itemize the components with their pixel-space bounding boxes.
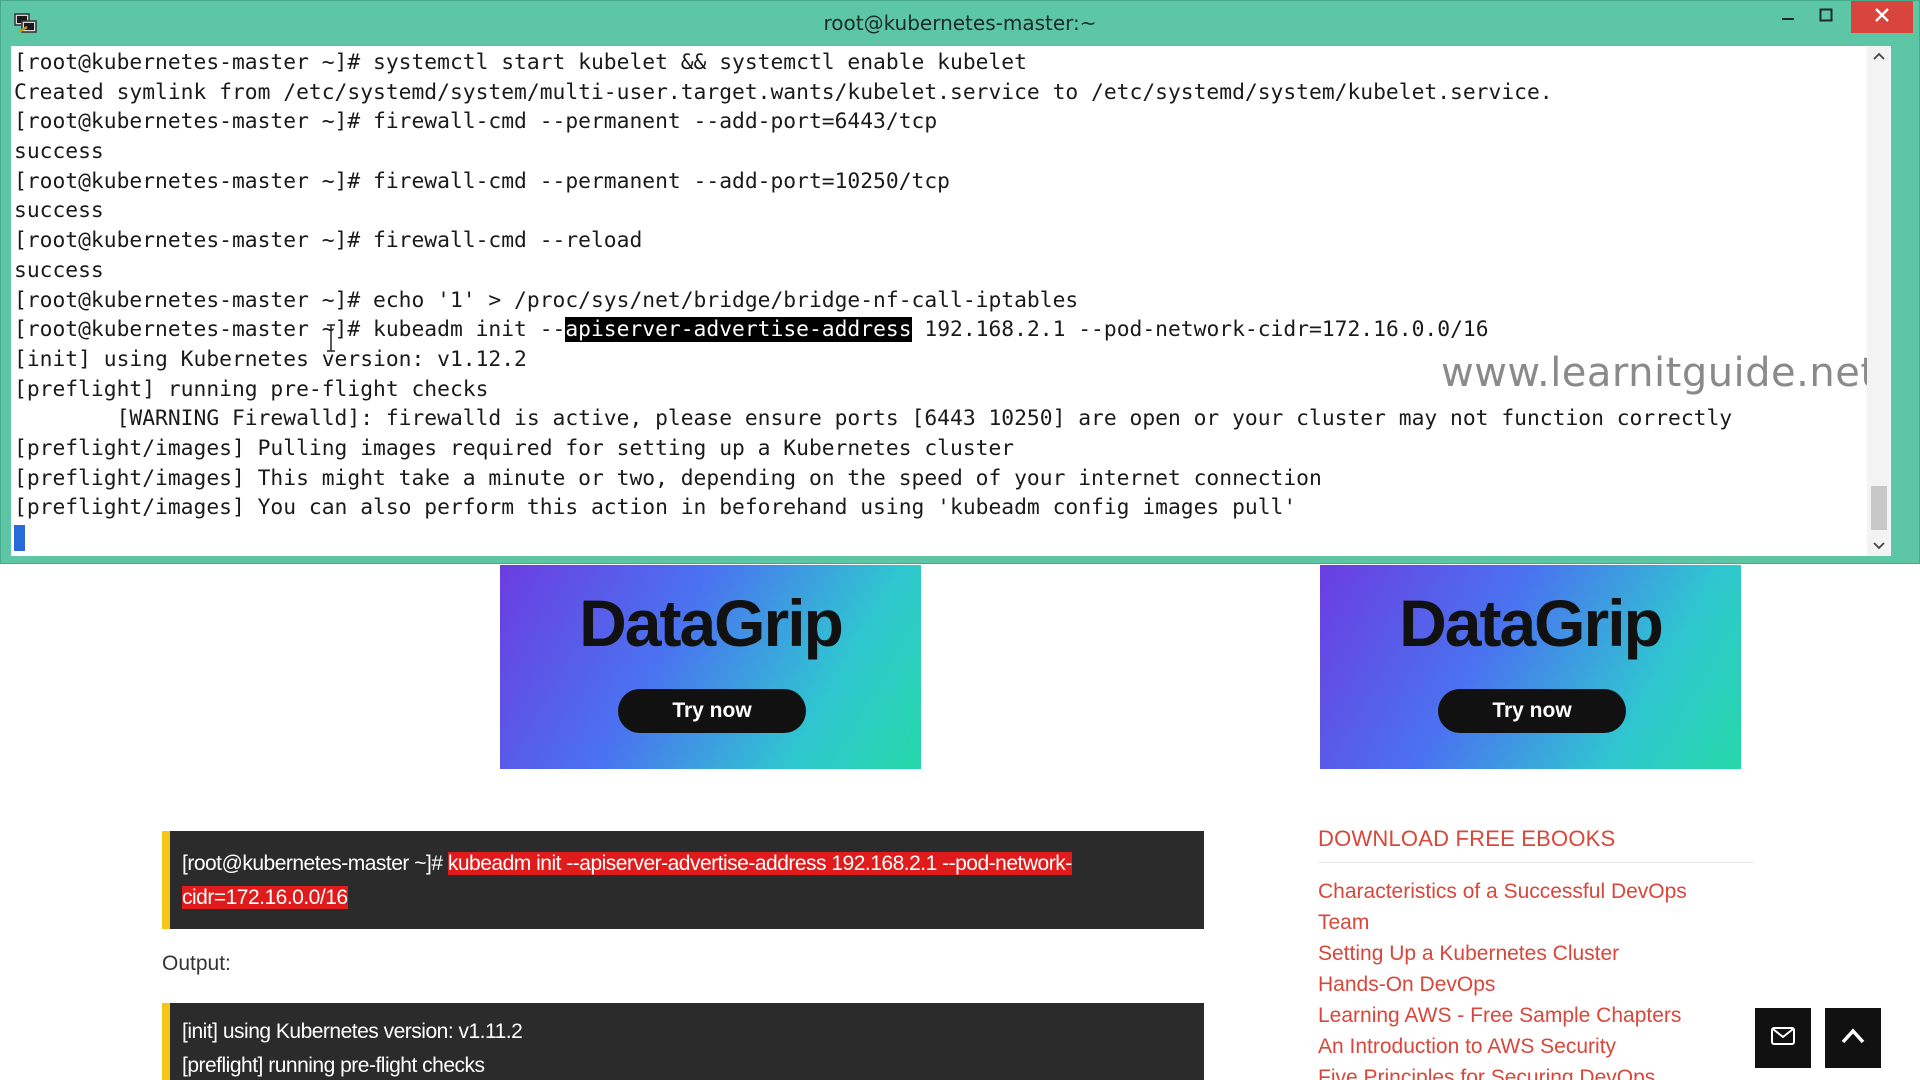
scrollbar-thumb[interactable] [1871,486,1887,530]
terminal-line-kubeadm-init: [root@kubernetes-master ~]# kubeadm init… [14,315,1891,345]
code-command: cidr=172.16.0.0/16 [182,886,348,909]
ebook-link[interactable]: An Introduction to AWS Security [1318,1031,1616,1062]
ebook-link[interactable]: Team [1318,907,1369,938]
chevron-down-icon [1873,537,1885,555]
terminal-line: [root@kubernetes-master ~]# systemctl st… [14,50,1027,75]
code-prompt: [root@kubernetes-master ~]# [182,852,448,875]
output-code-block: [init] using Kubernetes version: v1.11.2… [162,1003,1204,1080]
terminal-line: success [14,139,104,165]
close-button[interactable] [1851,1,1913,33]
code-line: [preflight] running pre-flight checks [182,1054,485,1077]
chevron-up-icon [1873,47,1885,65]
terminal-line: [preflight/images] Pulling images requir… [14,435,1015,461]
ebook-link[interactable]: Five Principles for Securing DevOps [1318,1062,1655,1080]
mail-icon [1771,1026,1795,1050]
ebooks-heading: DOWNLOAD FREE EBOOKS [1318,826,1616,851]
scroll-up-arrow[interactable] [1867,46,1891,66]
terminal-prompt-line [14,523,1891,553]
scroll-to-top-button[interactable] [1825,1008,1881,1068]
ad-banner-datagrip[interactable]: DataGrip Try now [1320,565,1741,769]
arrow-up-icon [1841,1027,1865,1049]
try-now-button[interactable]: Try now [1438,689,1626,733]
ad-title: DataGrip [579,586,844,660]
terminal-line: [preflight/images] This might take a min… [14,465,1322,491]
terminal-line: Created symlink from /etc/systemd/system… [14,79,1553,105]
command-suffix: 192.168.2.1 --pod-network-cidr=172.16.0.… [911,317,1489,343]
terminal-line: success [14,198,104,224]
try-now-button[interactable]: Try now [618,689,806,733]
terminal-line: success [14,257,104,283]
text-cursor-icon [325,324,335,352]
terminal-line: [WARNING Firewalld]: firewalld is active… [14,406,1733,432]
ad-banner-datagrip[interactable]: DataGrip Try now [500,565,921,769]
terminal-cursor [14,525,25,551]
ebook-link[interactable]: Hands-On DevOps [1318,969,1495,1000]
command-prefix: [root@kubernetes-master ~]# kubeadm init… [14,317,566,343]
terminal-line: [preflight/images] You can also perform … [14,495,1297,521]
output-label: Output: [162,952,231,975]
code-line: [init] using Kubernetes version: v1.11.2 [182,1020,523,1043]
selected-text[interactable]: apiserver-advertise-address [565,317,912,343]
ebook-link[interactable]: Setting Up a Kubernetes Cluster [1318,938,1619,969]
terminal-output[interactable]: [root@kubernetes-master ~]# systemctl st… [11,46,1891,556]
ebook-link[interactable]: Characteristics of a Successful DevOps [1318,876,1687,907]
terminal-window[interactable]: root@kubernetes-master:~ [root@kubernete… [0,0,1920,564]
code-line: cidr=172.16.0.0/16 [182,881,1184,915]
title-bar[interactable]: root@kubernetes-master:~ [1,1,1919,45]
terminal-line: [root@kubernetes-master ~]# echo '1' > /… [14,287,1079,313]
terminal-line: [root@kubernetes-master ~]# firewall-cmd… [14,109,938,135]
terminal-line: [root@kubernetes-master ~]# firewall-cmd… [14,228,643,254]
minimize-button[interactable] [1769,1,1807,33]
watermark: www.learnitguide.net [1441,350,1877,396]
terminal-line: [root@kubernetes-master ~]# firewall-cmd… [14,168,950,194]
terminal-scrollbar[interactable] [1867,46,1891,556]
window-title: root@kubernetes-master:~ [823,11,1097,35]
ebook-link[interactable]: Learning AWS - Free Sample Chapters [1318,1000,1681,1031]
code-command: kubeadm init --apiserver-advertise-addre… [447,852,1072,875]
maximize-button[interactable] [1807,1,1845,33]
ad-title: DataGrip [1399,586,1664,660]
close-icon [1874,7,1890,28]
maximize-icon [1819,8,1833,27]
mail-button[interactable] [1755,1008,1811,1068]
minimize-icon [1781,8,1795,27]
divider [1318,862,1754,863]
scroll-down-arrow[interactable] [1867,536,1891,556]
code-line: [root@kubernetes-master ~]# kubeadm init… [182,847,1184,881]
command-code-block: [root@kubernetes-master ~]# kubeadm init… [162,831,1204,929]
